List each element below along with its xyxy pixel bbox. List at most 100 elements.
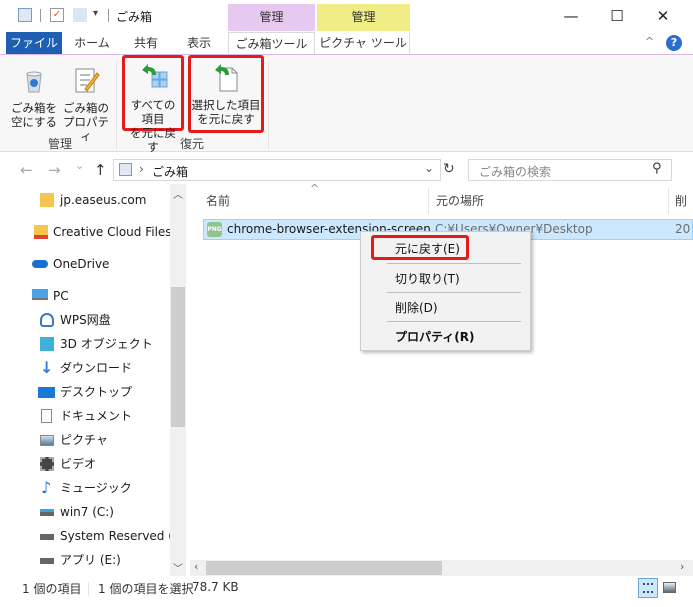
scroll-up-arrow[interactable]: ︿ xyxy=(173,186,183,201)
nav-item-jp-easeus[interactable]: jp.easeus.com xyxy=(0,188,170,212)
context-menu-separator xyxy=(387,263,521,264)
nav-item-label: デスクトップ xyxy=(60,385,133,399)
context-menu-restore[interactable]: 元に戻す(E) xyxy=(395,240,460,257)
nav-item-3d-objects[interactable]: 3D オブジェクト xyxy=(0,332,170,356)
refresh-button[interactable]: ↻ xyxy=(443,161,455,177)
address-bar[interactable]: › ごみ箱 ⌄ xyxy=(113,159,441,181)
nav-item-videos[interactable]: ビデオ xyxy=(0,452,170,476)
restore-all-label-1: すべての項目 xyxy=(130,98,176,126)
column-header-original-location[interactable]: 元の場所 xyxy=(436,192,484,209)
desktop-icon xyxy=(38,387,55,398)
nav-item-label: ピクチャ xyxy=(60,433,108,447)
nav-item-desktop[interactable]: デスクトップ xyxy=(0,380,170,404)
folder-icon xyxy=(40,193,54,207)
nav-item-wps[interactable]: WPS网盘 xyxy=(0,308,170,332)
empty-recycle-bin-button[interactable]: ごみ箱を 空にする xyxy=(8,61,60,135)
nav-item-onedrive[interactable]: OneDrive xyxy=(0,252,170,276)
tab-home[interactable]: ホーム xyxy=(68,32,116,54)
drive-icon xyxy=(40,558,54,564)
nav-item-label: ダウンロード xyxy=(60,361,133,375)
nav-item-drive-c[interactable]: win7 (C:) xyxy=(0,500,170,524)
scroll-down-arrow[interactable]: ﹀ xyxy=(173,560,183,575)
empty-recycle-bin-label-1: ごみ箱を xyxy=(11,101,57,115)
nav-item-label: 3D オブジェクト xyxy=(60,337,153,351)
group-separator xyxy=(116,61,117,149)
nav-item-label: PC xyxy=(53,289,69,303)
nav-item-label: ミュージック xyxy=(60,481,132,495)
recycle-bin-icon[interactable] xyxy=(18,8,32,22)
onedrive-icon xyxy=(32,260,48,268)
restore-selected-label-2: を元に戻す xyxy=(197,112,255,126)
status-separator xyxy=(88,582,89,596)
pc-icon xyxy=(32,289,48,300)
status-size: 78.7 KB xyxy=(192,580,239,594)
up-button[interactable]: ↑ xyxy=(94,161,107,179)
nav-item-documents[interactable]: ドキュメント xyxy=(0,404,170,428)
recycle-bin-properties-button[interactable]: ごみ箱の プロパティ xyxy=(60,61,112,143)
restore-all-items-button[interactable]: すべての項目 を元に戻す xyxy=(122,55,184,154)
wps-cloud-icon xyxy=(40,313,54,327)
nav-item-drive-d[interactable]: System Reserved (D:) xyxy=(0,524,170,548)
toolbar-separator xyxy=(40,9,41,22)
nav-item-pictures[interactable]: ピクチャ xyxy=(0,428,170,452)
forward-button[interactable]: → xyxy=(48,161,61,179)
nav-item-label: アプリ (E:) xyxy=(60,553,121,567)
minimize-button[interactable]: — xyxy=(548,2,594,30)
search-input[interactable]: ごみ箱の検索 xyxy=(479,163,551,180)
tab-file[interactable]: ファイル xyxy=(6,32,62,54)
close-button[interactable]: ✕ xyxy=(640,2,686,30)
customize-quick-access-dropdown[interactable]: ▾ xyxy=(93,8,98,19)
downloads-icon: ↓ xyxy=(40,358,54,377)
properties-check-icon[interactable]: ✓ xyxy=(50,8,64,22)
context-menu-delete[interactable]: 削除(D) xyxy=(395,299,438,316)
nav-item-label: OneDrive xyxy=(53,257,110,271)
status-bar: 1 個の項目 1 個の項目を選択 78.7 KB xyxy=(0,576,693,607)
nav-item-label: Creative Cloud Files xyxy=(53,225,170,239)
tab-picture-tools[interactable]: ピクチャ ツール xyxy=(317,32,410,54)
recent-locations-button[interactable]: ⌄ xyxy=(75,159,84,172)
search-icon[interactable]: ⚲ xyxy=(652,161,662,176)
group-label-restore: 復元 xyxy=(179,137,204,151)
scroll-right-arrow[interactable]: › xyxy=(680,560,684,573)
column-header-name[interactable]: 名前 xyxy=(206,192,230,209)
collapse-ribbon-icon[interactable]: ^ xyxy=(645,35,654,48)
context-menu-properties[interactable]: プロパティ(R) xyxy=(395,328,475,345)
column-headers: ^ 名前 元の場所 削 xyxy=(196,182,693,214)
context-menu-separator xyxy=(387,292,521,293)
nav-item-music[interactable]: ♪ ミュージック xyxy=(0,476,170,500)
nav-item-creative-cloud[interactable]: Creative Cloud Files xyxy=(0,220,170,244)
nav-pane-scroll-thumb[interactable] xyxy=(171,287,185,427)
recycle-bin-icon xyxy=(119,163,132,176)
help-icon[interactable]: ? xyxy=(666,35,682,51)
column-separator[interactable] xyxy=(428,188,429,214)
back-button[interactable]: ← xyxy=(20,161,33,179)
breadcrumb-recycle-bin[interactable]: ごみ箱 xyxy=(152,163,188,180)
details-view-icon xyxy=(643,583,653,593)
contextual-group-picture-manage: 管理 xyxy=(317,4,410,31)
nav-item-downloads[interactable]: ↓ ダウンロード xyxy=(0,356,170,380)
maximize-button[interactable]: ☐ xyxy=(594,2,640,30)
large-icons-view-button[interactable] xyxy=(663,582,676,593)
context-menu-cut[interactable]: 切り取り(T) xyxy=(395,270,460,287)
nav-item-drive-e[interactable]: アプリ (E:) xyxy=(0,548,170,572)
address-dropdown-icon[interactable]: ⌄ xyxy=(424,161,434,175)
search-box[interactable]: ごみ箱の検索 ⚲ xyxy=(468,159,672,181)
restore-selected-label-1: 選択した項目 xyxy=(191,98,261,112)
scroll-left-arrow[interactable]: ‹ xyxy=(194,560,198,573)
details-view-button[interactable] xyxy=(638,578,658,598)
new-folder-icon[interactable] xyxy=(73,8,87,22)
restore-selected-items-button[interactable]: 選択した項目 を元に戻す xyxy=(188,55,264,133)
tab-view[interactable]: 表示 xyxy=(176,32,222,54)
tab-recycle-bin-tools[interactable]: ごみ箱ツール xyxy=(228,32,315,54)
system-drive-icon xyxy=(40,509,54,516)
content-scroll-thumb[interactable] xyxy=(206,561,442,575)
3d-objects-icon xyxy=(40,337,54,351)
tab-share[interactable]: 共有 xyxy=(122,32,170,54)
nav-item-pc[interactable]: PC xyxy=(0,284,170,308)
group-label-manage: 管理 xyxy=(47,137,72,151)
column-separator[interactable] xyxy=(668,188,669,214)
sort-indicator-icon: ^ xyxy=(310,182,320,195)
nav-item-label: System Reserved (D:) xyxy=(60,529,170,543)
column-header-date-deleted[interactable]: 削 xyxy=(675,192,687,209)
empty-recycle-bin-label-2: 空にする xyxy=(10,115,58,129)
